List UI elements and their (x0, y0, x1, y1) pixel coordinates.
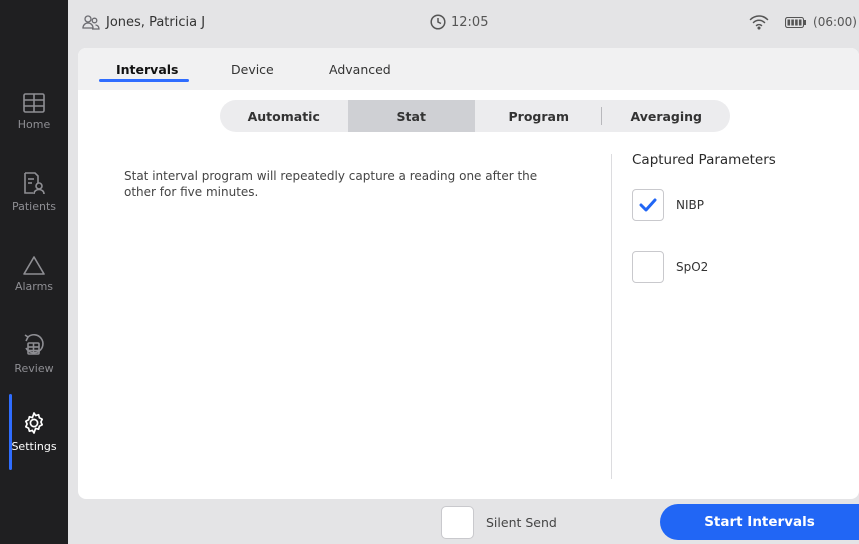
tab-label: Device (231, 61, 274, 77)
patient-banner[interactable]: Jones, Patricia J (82, 0, 205, 44)
param-spo2: SpO2 (632, 251, 708, 283)
silent-send-toggle: Silent Send (441, 504, 557, 540)
mode-label: Automatic (247, 108, 320, 124)
sidebar-item-patients[interactable]: Patients (0, 158, 68, 226)
mode-automatic[interactable]: Automatic (220, 100, 348, 132)
silent-send-label: Silent Send (486, 514, 557, 530)
clock-time: 12:05 (451, 14, 489, 30)
clock: 12:05 (430, 0, 488, 44)
sidebar-item-label: Patients (11, 200, 57, 213)
param-label: NIBP (676, 198, 704, 212)
tab-label: Intervals (116, 61, 179, 77)
segment-divider (601, 107, 602, 125)
mode-label: Averaging (630, 108, 703, 124)
main-area: Jones, Patricia J 12:05 (06:00) Interval… (68, 0, 859, 544)
sidebar-item-label: Home (17, 118, 51, 131)
tab-label: Advanced (329, 61, 391, 77)
settings-tabs: Intervals Device Advanced (78, 48, 859, 90)
sidebar-item-review[interactable]: Review (0, 320, 68, 388)
sidebar-item-label: Alarms (14, 280, 54, 293)
status-indicators: (06:00) (749, 0, 857, 44)
param-label: SpO2 (676, 260, 709, 274)
tab-underline (99, 79, 189, 82)
settings-card: Intervals Device Advanced Automatic Stat… (78, 48, 859, 499)
mode-stat[interactable]: Stat (347, 100, 475, 132)
battery-time: (06:00) (813, 15, 857, 29)
footer-bar: Silent Send Start Intervals (68, 500, 859, 544)
sidebar-item-alarms[interactable]: Alarms (0, 240, 68, 308)
review-icon (24, 334, 44, 355)
interval-description: Stat interval program will repeatedly ca… (124, 169, 538, 199)
silent-send-checkbox[interactable] (441, 505, 474, 539)
checkmark-icon (639, 198, 657, 212)
param-nibp: NIBP (632, 189, 704, 221)
patients-icon (24, 172, 45, 195)
alarm-triangle-icon (23, 256, 45, 275)
mode-label: Stat (396, 108, 426, 124)
battery-icon (785, 16, 807, 28)
mode-program[interactable]: Program (475, 100, 603, 132)
patient-icon (82, 15, 100, 30)
interval-mode-selector: Automatic Stat Program Averaging (220, 100, 730, 132)
tab-device[interactable]: Device (231, 48, 274, 90)
tab-advanced[interactable]: Advanced (329, 48, 391, 90)
patient-name: Jones, Patricia J (106, 14, 206, 30)
section-divider (611, 154, 612, 479)
sidebar-item-label: Review (14, 362, 54, 375)
active-indicator (9, 394, 12, 470)
tab-intervals[interactable]: Intervals (116, 48, 178, 90)
wifi-icon (749, 15, 769, 30)
mode-averaging[interactable]: Averaging (603, 100, 731, 132)
mode-label: Program (508, 108, 570, 124)
captured-parameters-title: Captured Parameters (632, 152, 776, 168)
sidebar-item-label: Settings (11, 440, 57, 453)
home-grid-icon (23, 93, 45, 113)
start-intervals-button[interactable]: Start Intervals (660, 504, 859, 540)
status-bar: Jones, Patricia J 12:05 (06:00) (68, 0, 859, 44)
sidebar: Home Patients Alarms Review Settings (0, 0, 68, 544)
button-label: Start Intervals (704, 514, 815, 530)
clock-icon (430, 14, 446, 30)
spo2-checkbox[interactable] (632, 251, 664, 283)
sidebar-item-home[interactable]: Home (0, 78, 68, 146)
gear-icon (24, 412, 44, 434)
nibp-checkbox[interactable] (632, 189, 664, 221)
